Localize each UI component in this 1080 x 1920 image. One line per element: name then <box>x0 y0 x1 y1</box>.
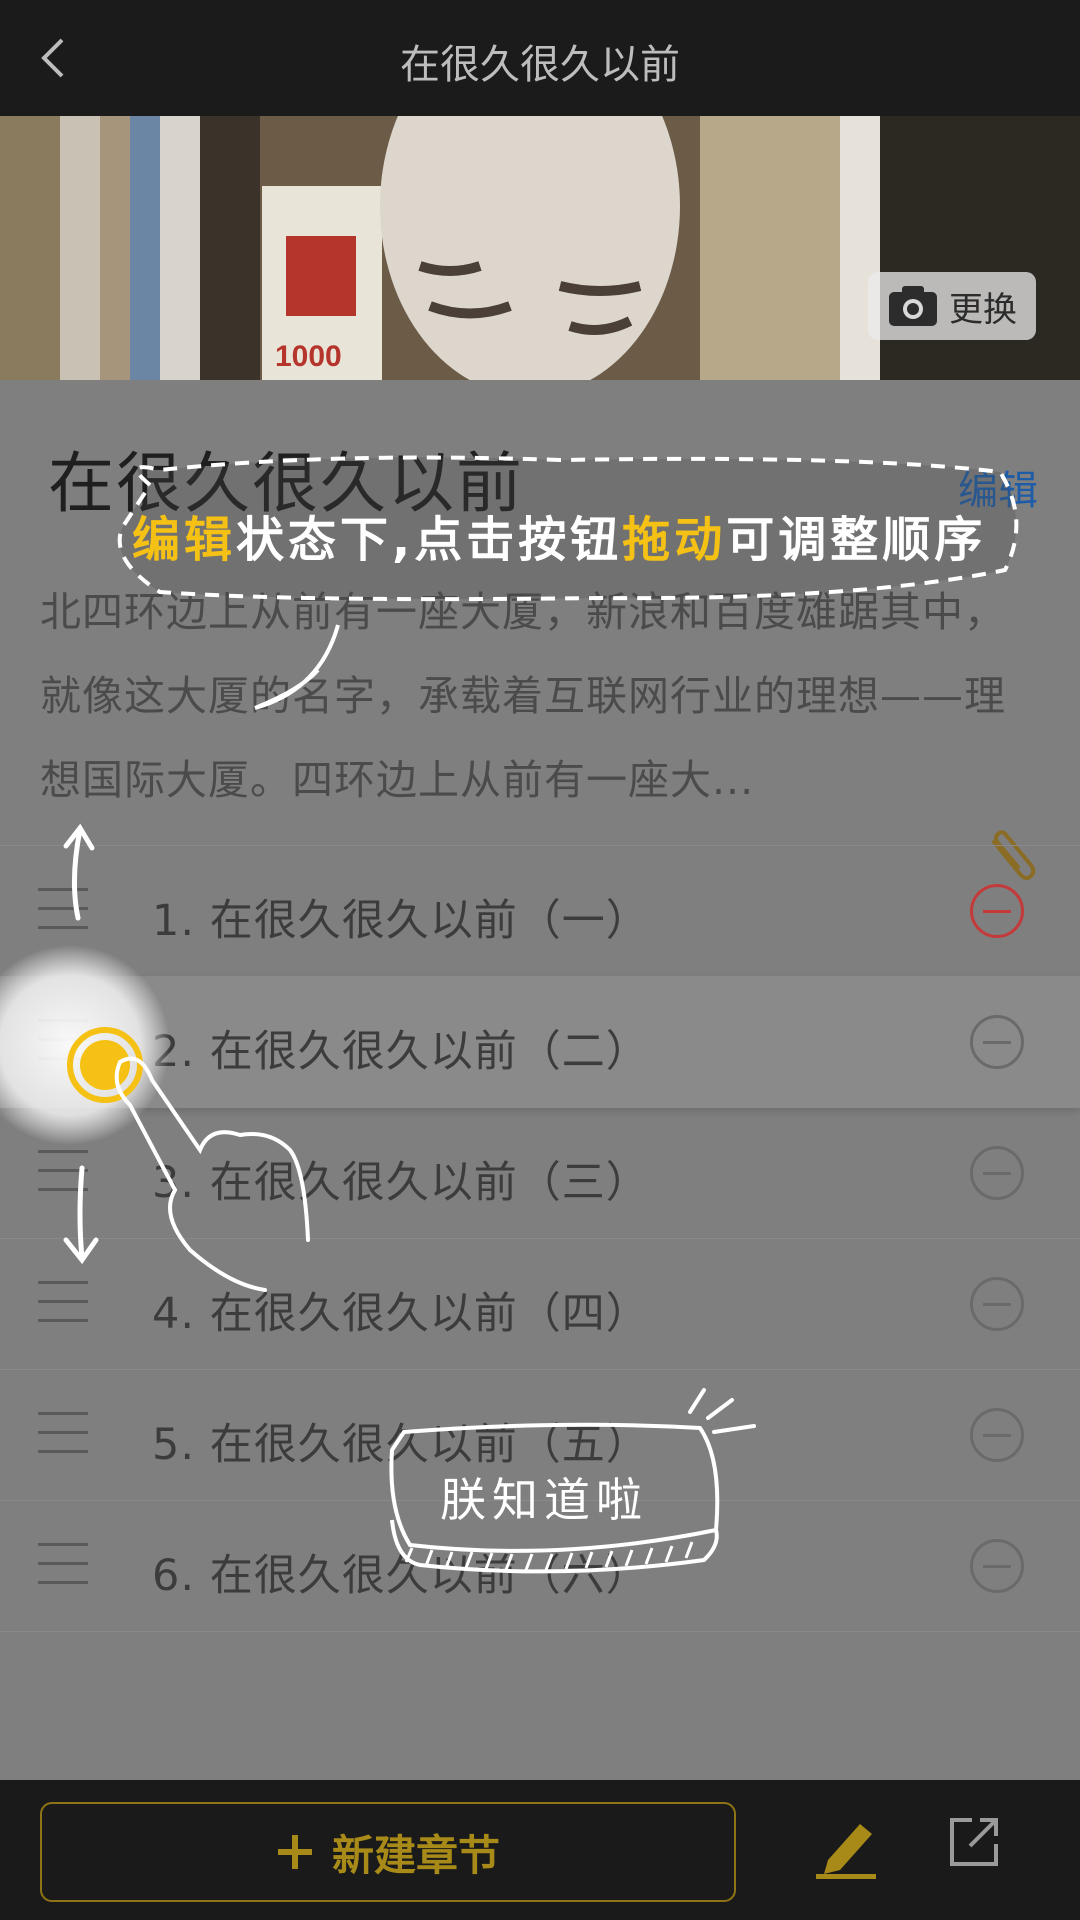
chapter-title: 1. 在很久很久以前（一） <box>152 896 650 946</box>
drag-handle-icon[interactable] <box>38 1412 88 1458</box>
chapter-row[interactable]: 6. 在很久很久以前（六） <box>0 1500 1080 1631</box>
change-cover-button[interactable]: 更换 <box>868 272 1036 340</box>
drag-handle-icon[interactable] <box>38 1019 88 1065</box>
chapter-title: 5. 在很久很久以前（五） <box>152 1420 650 1470</box>
drag-handle-icon[interactable] <box>38 1150 88 1196</box>
chapter-title: 4. 在很久很久以前（四） <box>152 1289 650 1339</box>
chapter-row[interactable]: 2. 在很久很久以前（二） <box>0 976 1080 1107</box>
chapter-title: 2. 在很久很久以前（二） <box>152 1027 650 1077</box>
chapter-row[interactable]: 5. 在很久很久以前（五） <box>0 1369 1080 1500</box>
list-divider <box>0 1631 1080 1632</box>
change-cover-label: 更换 <box>949 289 1017 330</box>
camera-icon <box>889 286 937 326</box>
bottom-bar: 新建章节 <box>0 1780 1080 1920</box>
share-icon[interactable] <box>946 1814 1002 1870</box>
top-bar: 在很久很久以前 <box>0 0 1080 116</box>
drag-handle-icon[interactable] <box>38 1281 88 1327</box>
chapter-row[interactable]: 1. 在很久很久以前（一） <box>0 845 1080 976</box>
new-chapter-button[interactable]: 新建章节 <box>40 1802 736 1902</box>
remove-chapter-icon[interactable] <box>970 1539 1024 1593</box>
chapter-row[interactable]: 3. 在很久很久以前（三） <box>0 1107 1080 1238</box>
story-title: 在很久很久以前 <box>48 445 524 522</box>
new-chapter-label: 新建章节 <box>331 1830 500 1880</box>
plus-icon <box>277 1835 312 1869</box>
drag-handle-icon[interactable] <box>38 888 88 934</box>
edit-link[interactable]: 编辑 <box>958 458 1038 516</box>
chapter-row[interactable]: 4. 在很久很久以前（四） <box>0 1238 1080 1369</box>
svg-text:1000: 1000 <box>275 340 342 373</box>
pen-icon[interactable] <box>814 1814 884 1880</box>
story-description: 北四环边上从前有一座大厦，新浪和百度雄踞其中，就像这大厦的名字，承载着互联网行业… <box>40 588 1006 804</box>
chapter-list: 1. 在很久很久以前（一） 2. 在很久很久以前（二） 3. 在很久很久以前（三… <box>0 845 1080 1632</box>
remove-chapter-icon[interactable] <box>970 1146 1024 1200</box>
remove-chapter-icon[interactable] <box>970 884 1024 938</box>
chapter-title: 3. 在很久很久以前（三） <box>152 1158 650 1208</box>
remove-chapter-icon[interactable] <box>970 1408 1024 1462</box>
page-title: 在很久很久以前 <box>400 42 680 88</box>
drag-handle-icon[interactable] <box>38 1543 88 1589</box>
remove-chapter-icon[interactable] <box>970 1015 1024 1069</box>
chapter-title: 6. 在很久很久以前（六） <box>152 1551 650 1601</box>
remove-chapter-icon[interactable] <box>970 1277 1024 1331</box>
cover-photo: 1000 <box>0 116 1080 380</box>
cover-image: 1000 更换 <box>0 116 1080 380</box>
